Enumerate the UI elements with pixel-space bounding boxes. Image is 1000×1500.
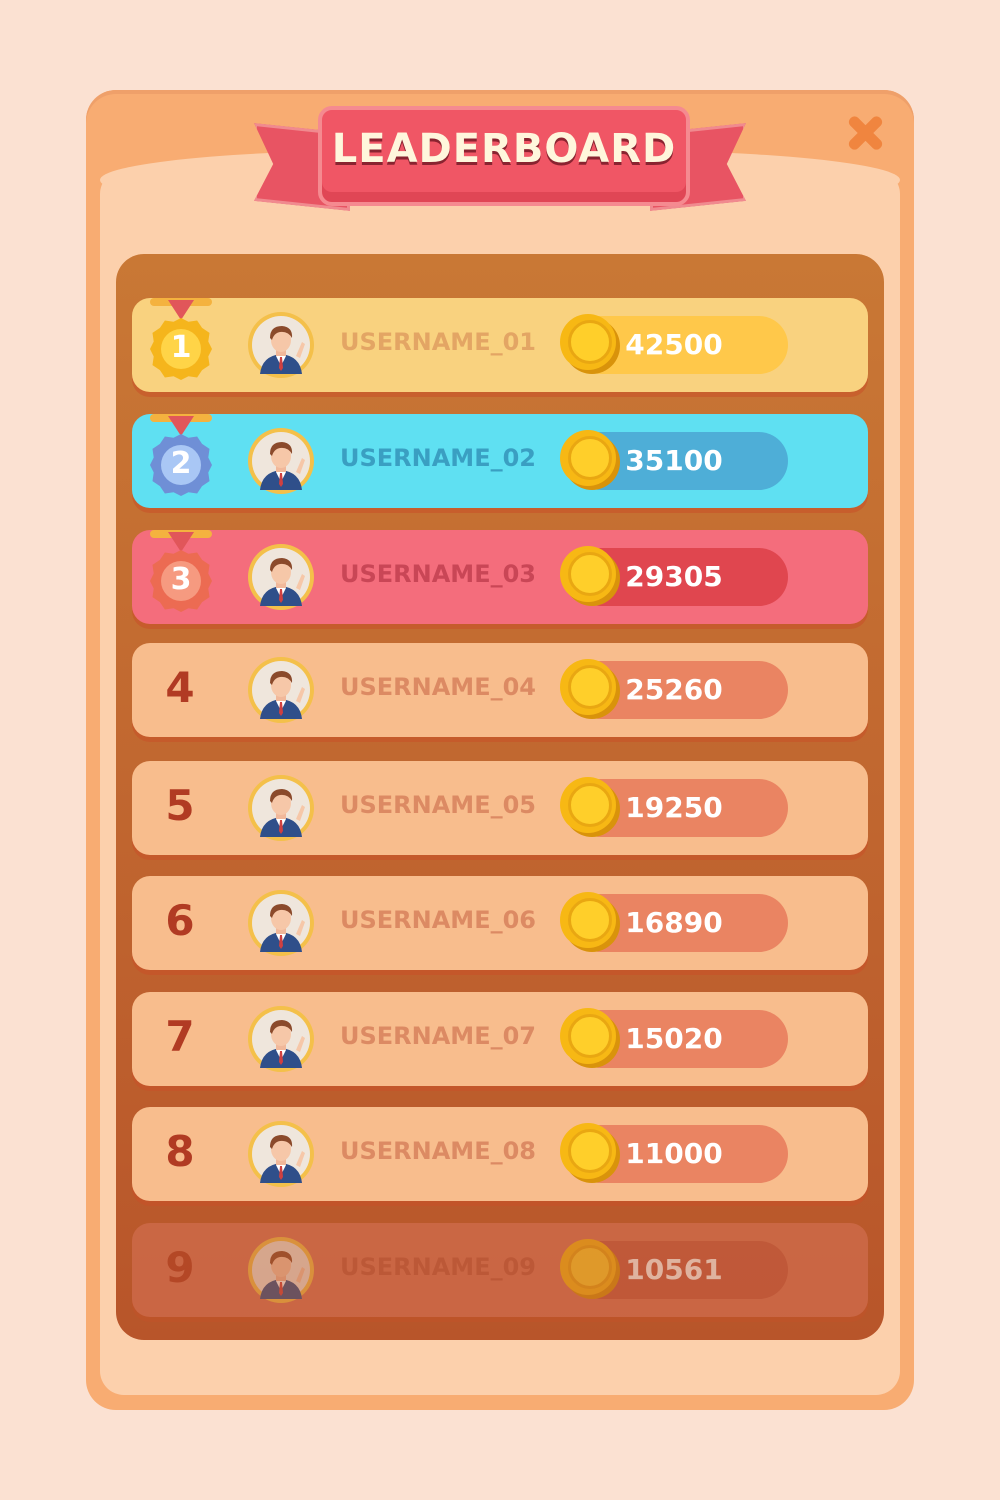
rank-number: 4 [165,663,195,712]
coin-icon [560,314,616,370]
coin-icon [560,430,616,486]
coin-icon [560,892,616,948]
leaderboard-row[interactable]: 7 USERNAME_07 15020 [132,992,868,1090]
score-value: 19250 [625,791,723,824]
title-ribbon: LEADERBOARD [250,100,750,210]
rank-number: 9 [165,1243,195,1292]
username-label: USERNAME_04 [340,673,536,701]
rank-number: 2 [170,446,192,481]
close-icon[interactable] [846,114,886,154]
leaderboard-row[interactable]: 9 USERNAME_09 10561 [132,1223,868,1321]
avatar[interactable] [248,428,314,494]
avatar[interactable] [248,775,314,841]
gold-medal-icon: 1 [146,298,216,394]
username-label: USERNAME_05 [340,791,536,819]
rank-number: 7 [165,1012,195,1061]
username-label: USERNAME_06 [340,906,536,934]
coin-icon [560,777,616,833]
silver-medal-icon: 2 [146,414,216,510]
username-label: USERNAME_07 [340,1022,536,1050]
bronze-medal-icon: 3 [146,530,216,626]
avatar[interactable] [248,312,314,378]
score-value: 15020 [625,1022,723,1055]
username-label: USERNAME_02 [340,444,536,472]
avatar[interactable] [248,544,314,610]
coin-icon [560,1123,616,1179]
page-title: LEADERBOARD [331,126,677,172]
username-label: USERNAME_03 [340,560,536,588]
score-value: 16890 [625,906,723,939]
leaderboard-row[interactable]: 2 USERNAME_02 35100 [132,414,868,512]
leaderboard-row[interactable]: 4 USERNAME_04 25260 [132,643,868,741]
leaderboard-row[interactable]: 5 USERNAME_05 19250 [132,761,868,859]
avatar[interactable] [248,890,314,956]
score-value: 25260 [625,673,723,706]
rank-number: 1 [170,330,192,365]
username-label: USERNAME_01 [340,328,536,356]
score-value: 10561 [625,1253,723,1286]
avatar[interactable] [248,1121,314,1187]
avatar[interactable] [248,657,314,723]
score-value: 42500 [625,328,723,361]
username-label: USERNAME_09 [340,1253,536,1281]
leaderboard-row[interactable]: 3 USERNAME_03 29305 [132,530,868,628]
rank-number: 3 [170,562,192,597]
rank-number: 6 [165,896,195,945]
rank-number: 5 [165,781,195,830]
score-value: 35100 [625,444,723,477]
score-value: 11000 [625,1137,723,1170]
avatar[interactable] [248,1006,314,1072]
username-label: USERNAME_08 [340,1137,536,1165]
score-value: 29305 [625,560,723,593]
coin-icon [560,1008,616,1064]
coin-icon [560,1239,616,1295]
coin-icon [560,659,616,715]
leaderboard-row[interactable]: 1 USERNAME_01 42500 [132,298,868,396]
leaderboard-row[interactable]: 8 USERNAME_08 11000 [132,1107,868,1205]
leaderboard-row[interactable]: 6 USERNAME_06 16890 [132,876,868,974]
coin-icon [560,546,616,602]
avatar[interactable] [248,1237,314,1303]
rank-number: 8 [165,1127,195,1176]
